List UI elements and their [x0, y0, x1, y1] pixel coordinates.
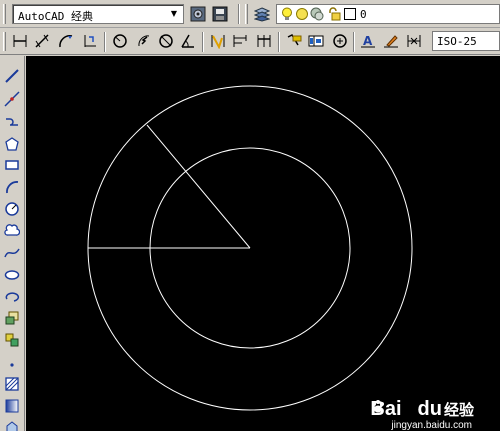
workspace-save-icon[interactable]	[210, 4, 230, 24]
drawing-canvas[interactable]: Bai du 经验 jingyan.baidu.com	[26, 56, 500, 431]
dim-arc-icon[interactable]	[56, 31, 76, 51]
watermark-brand-tail: du	[417, 398, 442, 420]
separator	[104, 32, 106, 52]
dim-jogged-icon[interactable]	[134, 31, 154, 51]
watermark-url: jingyan.baidu.com	[391, 420, 472, 431]
layer-state-icon[interactable]	[310, 7, 324, 21]
dim-baseline-icon[interactable]	[230, 31, 250, 51]
polyline-icon[interactable]	[2, 111, 22, 131]
drawing	[87, 85, 413, 411]
dim-text-edit-icon[interactable]	[381, 31, 401, 51]
separator	[202, 32, 204, 52]
baidu-watermark: Bai du 经验	[370, 398, 474, 421]
dimension-toolbar: A ISO-25	[0, 28, 500, 55]
toolbar-grip[interactable]	[245, 4, 248, 24]
polygon-icon[interactable]	[2, 134, 22, 154]
dim-radius-icon[interactable]	[110, 31, 130, 51]
quick-leader-icon[interactable]	[284, 31, 304, 51]
layer-manager-icon[interactable]	[252, 4, 272, 24]
rectangle-icon[interactable]	[2, 155, 22, 175]
region-icon[interactable]	[2, 418, 22, 431]
center-mark-icon[interactable]	[330, 31, 350, 51]
dim-edit-icon[interactable]: A	[358, 31, 378, 51]
construction-line-icon[interactable]	[2, 89, 22, 109]
color-swatch-icon[interactable]	[343, 7, 357, 21]
dim-angular-icon[interactable]	[178, 31, 198, 51]
dim-diameter-icon[interactable]	[156, 31, 176, 51]
insert-block-icon[interactable]	[2, 308, 22, 328]
revcloud-icon[interactable]	[2, 221, 22, 241]
svg-text:A: A	[363, 34, 373, 48]
paw-icon	[372, 400, 418, 417]
separator	[353, 32, 355, 52]
dim-update-icon[interactable]	[404, 31, 424, 51]
sun-icon[interactable]	[295, 7, 309, 21]
arc-icon[interactable]	[2, 177, 22, 197]
workspace-toolbar: AutoCAD 经典 ▼ 0	[0, 0, 500, 28]
workspace-settings-icon[interactable]	[188, 4, 208, 24]
lightbulb-icon[interactable]	[280, 7, 294, 21]
tolerance-icon[interactable]	[306, 31, 326, 51]
circle-icon[interactable]	[2, 199, 22, 219]
draw-toolbar	[0, 56, 25, 431]
line-icon[interactable]	[2, 66, 22, 86]
separator	[238, 4, 240, 24]
ellipse-arc-icon[interactable]	[2, 287, 22, 307]
chevron-down-icon[interactable]: ▼	[167, 6, 181, 22]
dimstyle-dropdown[interactable]: ISO-25	[432, 31, 500, 51]
dim-continue-icon[interactable]	[254, 31, 274, 51]
quick-dim-icon[interactable]	[208, 31, 228, 51]
diagonal-radius-line	[146, 124, 251, 249]
workspace-value: AutoCAD 经典	[18, 10, 93, 23]
dimstyle-value: ISO-25	[437, 35, 477, 48]
ellipse-icon[interactable]	[2, 265, 22, 285]
toolbar-grip[interactable]	[3, 4, 6, 24]
point-icon[interactable]	[2, 352, 22, 372]
dim-ordinate-icon[interactable]	[80, 31, 100, 51]
hatch-icon[interactable]	[2, 374, 22, 394]
lock-icon[interactable]	[327, 7, 341, 21]
toolbar-grip[interactable]	[3, 32, 6, 51]
make-block-icon[interactable]	[2, 330, 22, 350]
spline-icon[interactable]	[2, 243, 22, 263]
gradient-icon[interactable]	[2, 396, 22, 416]
workspace-dropdown[interactable]: AutoCAD 经典 ▼	[12, 4, 184, 24]
dim-linear-icon[interactable]	[10, 31, 30, 51]
layer-name: 0	[360, 8, 367, 21]
layer-dropdown[interactable]: 0	[276, 4, 500, 24]
watermark-suffix: 经验	[443, 401, 474, 419]
dim-aligned-icon[interactable]	[32, 31, 52, 51]
separator	[278, 32, 280, 52]
